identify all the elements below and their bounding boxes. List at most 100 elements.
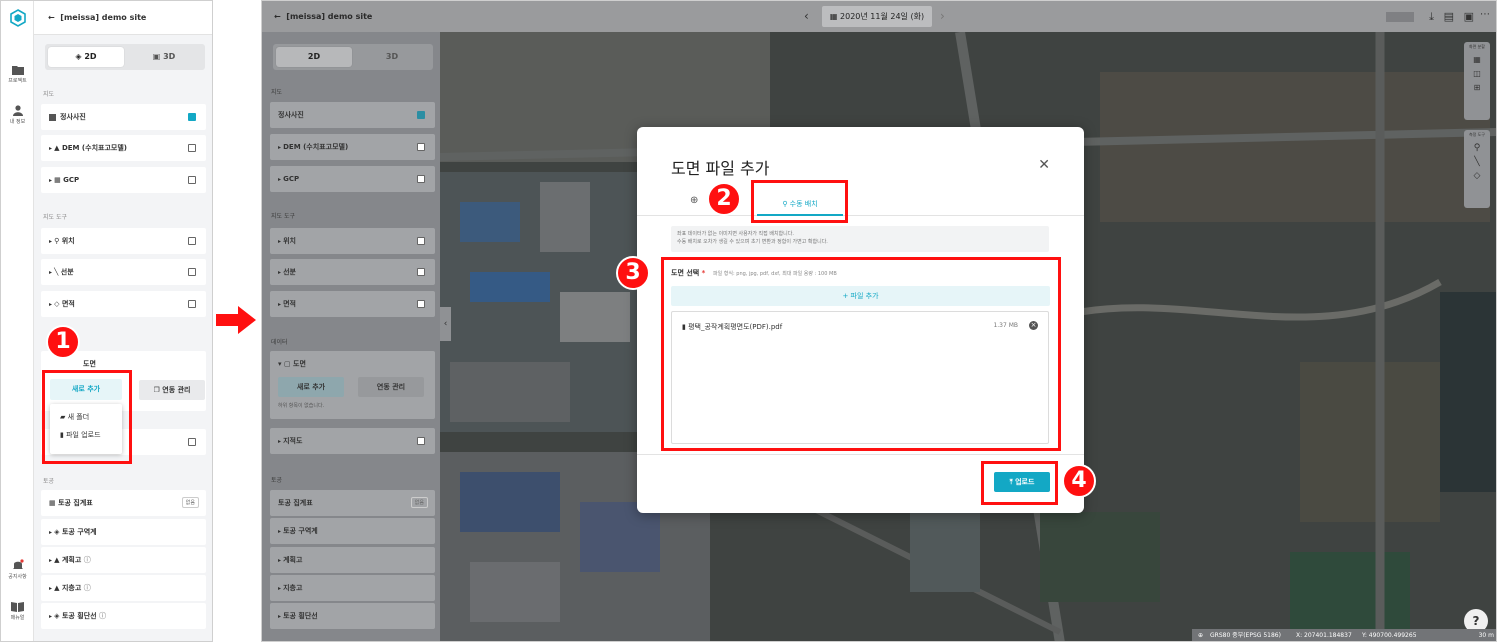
- modal-title: 도면 파일 추가: [671, 159, 770, 178]
- tool-location[interactable]: ▸ ⚲ 위치: [41, 228, 206, 254]
- layer-orthophoto[interactable]: 정사사진: [270, 102, 435, 128]
- archive-icon[interactable]: ▣: [1464, 10, 1474, 23]
- diamond-icon: ◇: [54, 300, 62, 308]
- view-toggle: ◈ 2D ▣ 3D: [45, 44, 205, 70]
- earth-row-4[interactable]: ▸ ◈ 토공 횡단선 ⓘ: [41, 603, 206, 629]
- drawing-group: ▾ ▢ 도면 새로 추가 연동 관리 하위 항목이 없습니다.: [270, 351, 435, 419]
- arrow-right-icon: [216, 306, 256, 334]
- panel-header: ← [meissa] demo site: [34, 1, 212, 35]
- tool-location[interactable]: ▸ 위치: [270, 228, 435, 254]
- user-icon: [12, 105, 23, 116]
- print-icon[interactable]: ▤: [1444, 10, 1454, 23]
- layer-cadastral[interactable]: ▸ 지적도: [270, 428, 435, 454]
- checkbox[interactable]: [188, 300, 196, 308]
- earth-row-3[interactable]: ▸ 지층고: [270, 575, 435, 601]
- info-line-2: 수동 배치로 오차가 생길 수 있으며 초기 변환과 정합이 가변고 확합니다.: [677, 239, 828, 245]
- split-single-icon[interactable]: ▦: [1464, 55, 1490, 64]
- highlight-box-1: [42, 370, 132, 464]
- line-icon: ╲: [54, 268, 61, 276]
- recent-badge[interactable]: [1386, 12, 1414, 22]
- checkbox[interactable]: [188, 144, 196, 152]
- logo-icon: [9, 9, 26, 27]
- download-icon[interactable]: ⤓: [1429, 10, 1434, 24]
- tool-area[interactable]: ▸ ◇ 면적: [41, 291, 206, 317]
- layer-dem[interactable]: ▸ DEM (수치표고모델): [270, 134, 435, 160]
- back-arrow-icon[interactable]: ←: [48, 13, 60, 22]
- collapse-panel-icon[interactable]: ‹: [440, 307, 451, 341]
- earth-row-3[interactable]: ▸ ▲ 지층고 ⓘ: [41, 575, 206, 601]
- checkbox[interactable]: [188, 176, 196, 184]
- pin-icon: ⚲: [54, 237, 62, 245]
- layer-orthophoto[interactable]: 정사사진: [41, 104, 206, 130]
- line-icon[interactable]: ╲: [1464, 157, 1490, 167]
- top-bar: ← [meissa] demo site ‹ ▦ 2020년 11월 24일 (…: [262, 1, 1496, 32]
- new-add-button[interactable]: 새로 추가: [278, 377, 344, 397]
- copy-icon: ❐: [153, 386, 163, 394]
- checkbox[interactable]: [188, 268, 196, 276]
- earth-row-4[interactable]: ▸ 토공 횡단선: [270, 603, 435, 629]
- earth-row-1[interactable]: ▸ 토공 구역계: [270, 518, 435, 544]
- modal-divider: [637, 454, 1084, 455]
- rail-manual[interactable]: 매뉴얼: [1, 601, 34, 621]
- rail-projects[interactable]: 프로젝트: [1, 65, 34, 84]
- diamond-icon[interactable]: ◇: [1464, 171, 1490, 181]
- earth-summary-row[interactable]: 토공 집계표 없음: [270, 490, 435, 516]
- coord-y: Y: 490700.499265: [1362, 632, 1417, 639]
- more-icon[interactable]: ⋯: [1480, 9, 1490, 20]
- tool-line[interactable]: ▸ 선분: [270, 259, 435, 285]
- view-3d-button[interactable]: 3D: [354, 47, 430, 67]
- tool-line[interactable]: ▸ ╲ 선분: [41, 259, 206, 285]
- calendar-icon: ▦: [829, 12, 841, 21]
- earth-row-2[interactable]: ▸ 계획고: [270, 547, 435, 573]
- split-two-icon[interactable]: ◫: [1464, 69, 1490, 78]
- checkbox-checked[interactable]: [188, 113, 196, 121]
- link-manage-button[interactable]: 연동 관리: [358, 377, 424, 397]
- split-four-icon[interactable]: ⊞: [1464, 83, 1490, 92]
- rail-my-info[interactable]: 내 정보: [1, 105, 34, 125]
- pin-icon[interactable]: ⚲: [1464, 143, 1490, 153]
- checkbox[interactable]: [188, 237, 196, 245]
- coord-x: X: 207401.184837: [1296, 632, 1352, 639]
- view-2d-button[interactable]: ◈ 2D: [48, 47, 124, 67]
- layer-gcp[interactable]: ▸ GCP: [270, 166, 435, 192]
- app-rail: 프로젝트 내 정보 공지사항 매뉴얼: [1, 1, 34, 641]
- zone-icon: ◈: [54, 528, 62, 536]
- logo: [1, 9, 34, 29]
- earth-summary-row[interactable]: ▦ 토공 집계표 없음: [41, 490, 206, 516]
- earth-row-2[interactable]: ▸ ▲ 계획고 ⓘ: [41, 547, 206, 573]
- crs-label[interactable]: GRS80 중부(EPSG 5186): [1210, 629, 1281, 641]
- step-badge-3: 3: [616, 256, 650, 290]
- view-2d-button[interactable]: 2D: [276, 47, 352, 67]
- site-title[interactable]: ← [meissa] demo site: [274, 1, 372, 32]
- cube-icon: ▣: [152, 52, 164, 61]
- split-view-panel: 화면 분할 ▦ ◫ ⊞: [1464, 42, 1490, 120]
- info-box: 좌표 데이터가 없는 이미지면 사용자가 직접 배치합니다. 수동 배치로 오차…: [671, 226, 1049, 252]
- empty-message: 하위 항목이 없습니다.: [278, 403, 325, 409]
- table-icon: ▦: [49, 499, 59, 507]
- prev-date-icon[interactable]: ‹: [804, 1, 809, 32]
- globe-tab-icon[interactable]: ⊕: [690, 195, 698, 206]
- checkbox[interactable]: [188, 438, 196, 446]
- link-manage-button[interactable]: ❐ 연동 관리: [139, 380, 205, 400]
- close-icon[interactable]: ✕: [1038, 157, 1050, 173]
- layer-dem[interactable]: ▸ ▲ DEM (수치표고모델): [41, 135, 206, 161]
- next-date-icon[interactable]: ›: [940, 1, 945, 32]
- help-circle-icon: ⓘ: [83, 556, 91, 564]
- folder-icon: [11, 66, 24, 75]
- view-3d-button[interactable]: ▣ 3D: [126, 47, 202, 67]
- tool-area[interactable]: ▸ 면적: [270, 291, 435, 317]
- split-view-label: 화면 분할: [1469, 44, 1485, 49]
- section-earth-label: 토공: [43, 478, 55, 485]
- section-icon: ◈: [54, 612, 62, 620]
- rail-notice[interactable]: 공지사항: [1, 559, 34, 580]
- layer-gcp[interactable]: ▸ ▦ GCP: [41, 167, 206, 193]
- earth-badge: 없음: [181, 497, 199, 508]
- globe-icon: ⊕: [1198, 632, 1204, 639]
- date-selector[interactable]: ▦ 2020년 11월 24일 (화): [822, 6, 932, 27]
- earth-row-1[interactable]: ▸ ◈ 토공 구역계: [41, 519, 206, 545]
- section-earth-label: 토공: [271, 477, 283, 484]
- help-circle-icon: ⓘ: [99, 612, 107, 620]
- highlight-box-4: [981, 461, 1058, 505]
- section-data-label: 데이터: [271, 339, 288, 346]
- gcp-icon: ▦: [54, 176, 64, 184]
